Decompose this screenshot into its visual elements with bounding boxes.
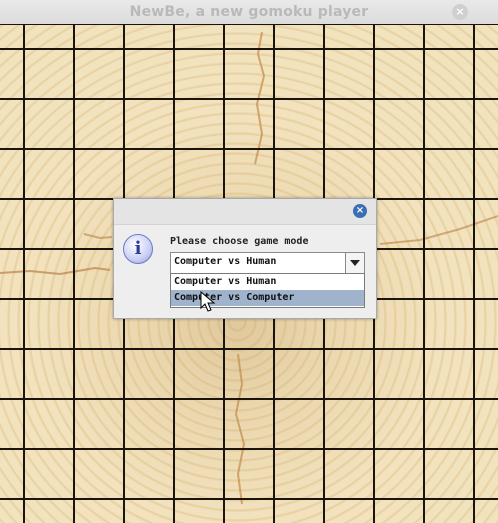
info-icon: i (123, 234, 153, 264)
wood-crack (0, 266, 111, 276)
wood-crack (234, 353, 246, 505)
game-mode-dialog: × i Please choose game mode Computer vs … (113, 198, 377, 319)
mouse-pointer-icon (200, 291, 216, 312)
dialog-message: Please choose game mode (170, 236, 309, 247)
chevron-down-icon (350, 260, 360, 266)
game-mode-combobox[interactable]: Computer vs Human (170, 252, 365, 274)
window-close-button[interactable]: × (452, 4, 468, 20)
window-title: NewBe, a new gomoku player (129, 4, 369, 20)
wood-crack (379, 215, 498, 245)
wood-crack (83, 233, 113, 240)
dropdown-option-computer-vs-human[interactable]: Computer vs Human (171, 274, 364, 290)
title-bar: NewBe, a new gomoku player × (0, 0, 498, 25)
dialog-close-button[interactable]: × (353, 204, 367, 218)
combobox-value: Computer vs Human (174, 256, 277, 267)
dialog-header: × (114, 199, 376, 225)
combobox-arrow-button[interactable] (345, 253, 364, 273)
